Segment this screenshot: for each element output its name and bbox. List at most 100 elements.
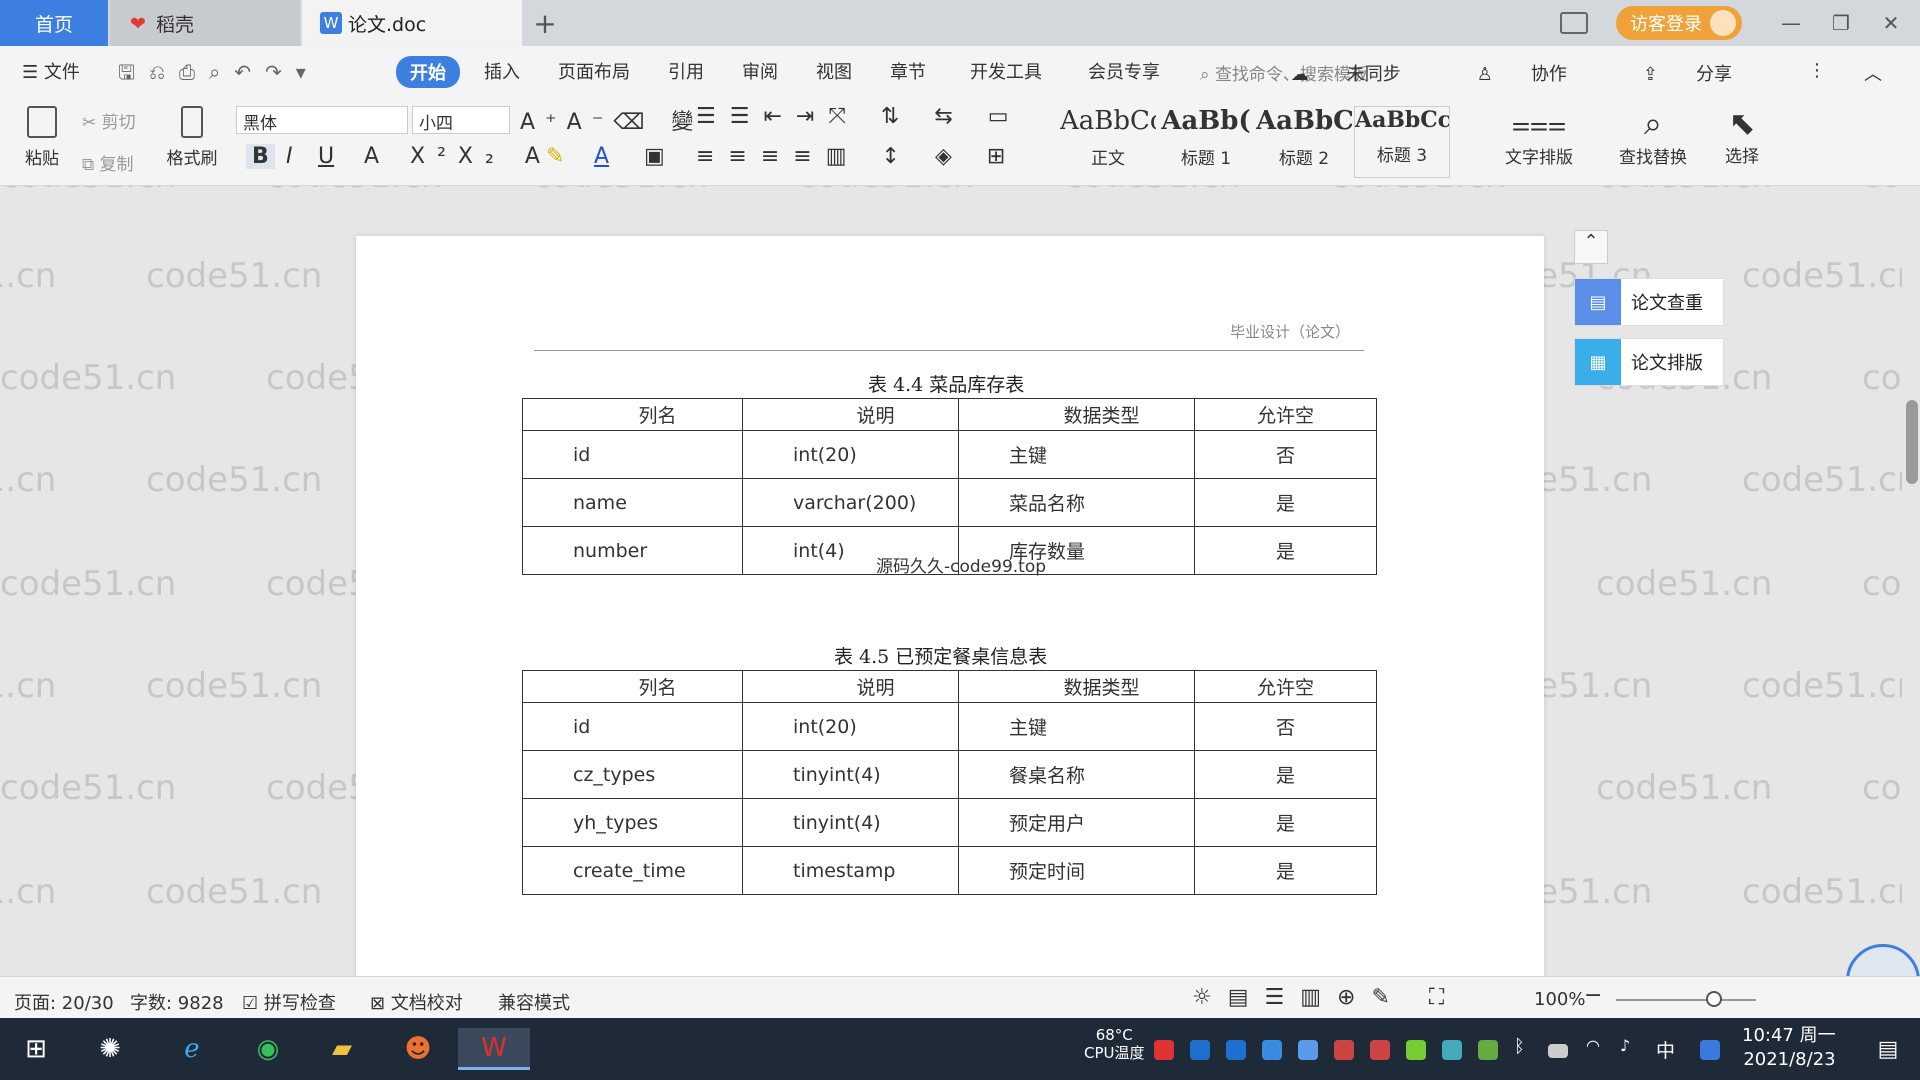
table-cell[interactable]: timestamp — [742, 846, 959, 895]
collaborate-button[interactable]: ♙ 协作 — [1477, 60, 1605, 86]
style-heading-3[interactable]: AaBbCcl 标题 3 — [1354, 106, 1450, 178]
system-clock[interactable]: 10:47 周一 2021/8/23 — [1742, 1024, 1836, 1072]
browser-360-icon[interactable]: ◉ — [246, 1028, 290, 1070]
ime-indicator[interactable]: 中 — [1656, 1036, 1675, 1063]
tab-daoke[interactable]: ❤ 稻壳 — [110, 0, 300, 46]
table-cell[interactable]: 是 — [1194, 798, 1377, 847]
paper-check-button[interactable]: ▤ 论文查重 — [1574, 278, 1724, 326]
table-cell[interactable]: 主键 — [958, 430, 1195, 479]
table-cell[interactable]: tinyint(4) — [742, 798, 959, 847]
text-effect-icons[interactable]: A X²X₂ A — [364, 144, 552, 169]
restore-button[interactable]: ❐ — [1820, 11, 1862, 35]
tab-dev-tools[interactable]: 开发工具 — [970, 58, 1042, 84]
alignment-icons[interactable]: ≡≡≡≡▥ ↕ ◈ ⊞ — [696, 144, 1019, 169]
style-heading-1[interactable]: AaBb(标题 1 — [1158, 106, 1254, 178]
notification-icon[interactable]: ▤ — [1866, 1028, 1910, 1070]
font-name-select[interactable]: 黑体 — [236, 106, 408, 134]
share-button[interactable]: ⇪ 分享 — [1643, 60, 1770, 86]
sync-status[interactable]: ☁ 未同步 — [1291, 60, 1439, 86]
table-cell[interactable]: 是 — [1194, 478, 1377, 527]
table-cell[interactable]: varchar(200) — [742, 478, 959, 527]
italic-icon[interactable]: I — [286, 144, 293, 169]
table-cell[interactable]: 否 — [1194, 702, 1377, 751]
guest-login-button[interactable]: 访客登录 — [1616, 6, 1742, 40]
close-button[interactable]: ✕ — [1870, 11, 1912, 35]
paper-layout-button[interactable]: ▦ 论文排版 — [1574, 338, 1724, 386]
copy-button[interactable]: ⧉ 复制 — [82, 150, 134, 175]
bold-icon[interactable]: B — [246, 144, 275, 169]
new-tab-button[interactable]: + — [530, 0, 560, 46]
table-cell[interactable]: 预定时间 — [958, 846, 1195, 895]
vertical-scrollbar[interactable] — [1902, 186, 1920, 976]
tab-chapter[interactable]: 章节 — [890, 58, 926, 84]
table-cell[interactable]: 主键 — [958, 702, 1195, 751]
tab-review[interactable]: 审阅 — [742, 58, 778, 84]
font-size-tools[interactable]: A⁺A⁻⌫ 變 — [520, 104, 703, 136]
volume-icon[interactable]: ♪ — [1620, 1036, 1640, 1056]
format-painter-button[interactable]: 格式刷 — [162, 106, 222, 169]
tab-start[interactable]: 开始 — [396, 56, 460, 88]
table-cell[interactable]: cz_types — [522, 750, 743, 799]
zoom-level[interactable]: 100% — [1534, 989, 1585, 1010]
wifi-icon[interactable]: ◠ — [1586, 1036, 1606, 1056]
table-cell[interactable]: number — [522, 526, 743, 575]
tray-app-icon[interactable] — [1262, 1040, 1282, 1060]
file-explorer-icon[interactable]: ▰ — [320, 1028, 364, 1070]
text-layout-button[interactable]: ⩶ 文字排版 — [1494, 104, 1584, 168]
word-count[interactable]: 字数: 9828 — [130, 989, 224, 1015]
table-cell[interactable]: 餐桌名称 — [958, 750, 1195, 799]
table-cell[interactable]: 否 — [1194, 430, 1377, 479]
table-cell[interactable]: tinyint(4) — [742, 750, 959, 799]
document-page[interactable]: 毕业设计（论文） 表 4.4 菜品库存表 列名 说明 数据类型 允许空 id int(20… — [356, 236, 1544, 976]
zoom-slider[interactable] — [1616, 999, 1756, 1001]
select-button[interactable]: ⬉ 选择 — [1712, 104, 1772, 167]
reserved-table-info-table[interactable]: 列名 说明 数据类型 允许空 id int(20) 主键否 cz_types tinyint(4… — [522, 670, 1377, 895]
table-cell[interactable]: int(20) — [742, 702, 959, 751]
wps-taskbar-icon[interactable]: W — [458, 1028, 530, 1070]
table-cell[interactable]: id — [522, 430, 743, 479]
table-cell[interactable]: 是 — [1194, 750, 1377, 799]
quick-access-icons[interactable]: 🖫⎌⎙⌕↶↷▾ — [118, 58, 320, 92]
layout-switch-icon[interactable] — [1560, 12, 1588, 34]
tray-app-icon[interactable] — [1406, 1040, 1426, 1060]
table-cell[interactable]: yh_types — [522, 798, 743, 847]
zoom-out-icon[interactable]: − — [1584, 983, 1602, 1008]
menu-file[interactable]: ☰ 文件 — [22, 58, 80, 84]
tab-document[interactable]: W 论文.doc — [302, 0, 522, 46]
font-color-icon[interactable]: A — [594, 144, 609, 169]
table-cell[interactable]: name — [522, 478, 743, 527]
style-heading-2[interactable]: AaBbC 标题 2 — [1256, 106, 1352, 178]
tab-insert[interactable]: 插入 — [484, 58, 520, 84]
style-normal[interactable]: AaBbCcI 正文 — [1060, 106, 1156, 178]
tab-member[interactable]: 会员专享 — [1088, 58, 1160, 84]
table-cell[interactable]: 是 — [1194, 526, 1377, 575]
char-border-icon[interactable]: ▣ — [644, 144, 665, 169]
tray-app-icon[interactable] — [1154, 1040, 1174, 1060]
doc-proof-button[interactable]: ⊠ 文档校对 — [370, 989, 463, 1015]
tab-view[interactable]: 视图 — [816, 58, 852, 84]
list-indent-icons[interactable]: ☰☰⇤⇥⤧ ⇅ ⇆ ▭ — [696, 104, 1023, 129]
page-indicator[interactable]: 页面: 20/30 — [14, 989, 114, 1015]
minimize-button[interactable]: — — [1770, 11, 1812, 35]
highlight-icon[interactable]: ✎ — [546, 144, 564, 169]
tray-app-icon[interactable] — [1334, 1040, 1354, 1060]
ie-browser-icon[interactable]: ℯ — [170, 1028, 214, 1070]
zoom-slider-knob[interactable] — [1706, 991, 1722, 1007]
tray-app-icon[interactable] — [1190, 1040, 1210, 1060]
bluetooth-icon[interactable]: ᛒ — [1514, 1036, 1534, 1057]
font-size-select[interactable]: 小四 — [412, 106, 510, 134]
paste-button[interactable]: 粘贴 — [14, 106, 70, 169]
table-cell[interactable]: create_time — [522, 846, 743, 895]
view-mode-icons[interactable]: ☼▤☰▥⊕✎ ⛶ — [1192, 985, 1460, 1010]
tray-app-icon[interactable] — [1700, 1040, 1720, 1060]
table-cell[interactable]: int(20) — [742, 430, 959, 479]
shield-icon[interactable] — [1298, 1040, 1318, 1060]
app-mascot-icon[interactable]: ☻ — [396, 1028, 440, 1070]
collapse-ribbon-icon[interactable]: ︿ — [1864, 60, 1882, 86]
more-icon[interactable]: ⋮ — [1808, 60, 1826, 86]
windows-start-icon[interactable]: ⊞ — [14, 1028, 58, 1070]
tab-page-layout[interactable]: 页面布局 — [558, 58, 630, 84]
table-cell[interactable]: 预定用户 — [958, 798, 1195, 847]
inventory-table[interactable]: 列名 说明 数据类型 允许空 id int(20) 主键否 name varchar(200) 菜… — [522, 398, 1377, 575]
table-cell[interactable]: id — [522, 702, 743, 751]
